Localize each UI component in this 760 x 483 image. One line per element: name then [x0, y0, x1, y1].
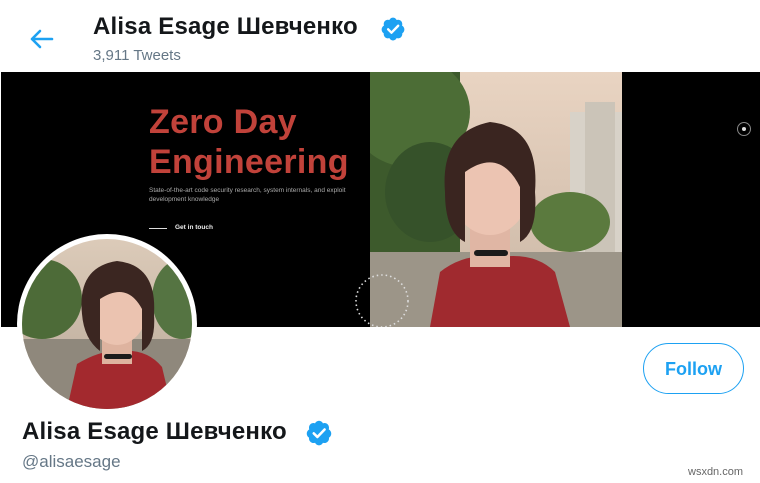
banner-nav-dot[interactable] — [737, 122, 751, 136]
banner-title-line1: Zero Day — [149, 103, 297, 141]
profile-handle: @alisaesage — [22, 452, 121, 471]
avatar-photo — [22, 239, 192, 409]
verified-badge-icon — [381, 17, 405, 41]
verified-badge-icon — [306, 420, 332, 446]
profile-header: Alisa Esage Шевченко 3,911 Tweets — [0, 0, 760, 72]
watermark: wsxdn.com — [688, 466, 744, 478]
banner-title: Zero Day Engineering — [149, 102, 349, 182]
tweet-count: 3,911 Tweets — [93, 47, 181, 64]
follow-button[interactable]: Follow — [643, 343, 744, 394]
header-display-name: Alisa Esage Шевченко — [93, 13, 358, 40]
banner-title-line2: Engineering — [149, 143, 349, 181]
banner-cta: Get in touch — [175, 224, 213, 231]
back-arrow-icon[interactable] — [26, 24, 56, 54]
banner-cta-divider — [149, 228, 167, 229]
profile-avatar[interactable] — [17, 234, 197, 414]
profile-display-name: Alisa Esage Шевченко — [22, 418, 287, 445]
banner-tagline: State-of-the-art code security research,… — [149, 187, 346, 203]
decorative-dot-ring — [355, 274, 409, 327]
